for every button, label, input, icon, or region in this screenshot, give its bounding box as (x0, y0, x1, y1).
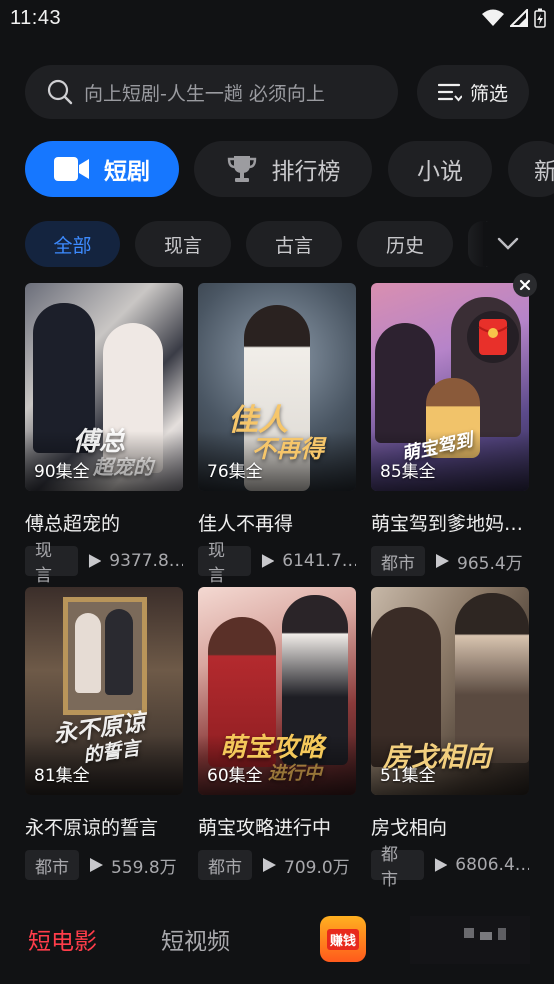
drama-poster[interactable]: 傅总 超宠的 90集全 (25, 283, 183, 491)
earn-label: 赚钱 (326, 928, 359, 950)
status-bar: 11:43 (0, 0, 554, 40)
genre-badge: 都市 (25, 850, 79, 880)
play-count: 709.0万 (284, 857, 350, 878)
poster-figure (105, 609, 133, 695)
drama-meta: 现言 9377.8… (25, 541, 184, 586)
wifi-icon (482, 9, 504, 26)
video-camera-icon (54, 156, 90, 182)
status-time: 11:43 (10, 7, 62, 29)
expand-genres-button[interactable] (483, 222, 533, 266)
tab-label: 排行榜 (271, 159, 341, 185)
drama-meta: 都市 965.4万 (371, 546, 529, 576)
genre-badge: 现言 (25, 541, 78, 586)
drama-title[interactable]: 永不原谅的誓言 (25, 813, 183, 840)
filter-label: 筛选 (469, 82, 508, 105)
chip-label: 现言 (163, 234, 202, 257)
search-icon (47, 79, 73, 105)
tab-label: 短剧 (104, 159, 150, 185)
drama-title[interactable]: 佳人不再得 (198, 509, 356, 536)
tab-short-drama[interactable]: 短剧 (25, 141, 179, 197)
genre-badge: 现言 (198, 541, 251, 586)
nav-short-film[interactable]: 短电影 (28, 922, 97, 956)
drama-card[interactable]: 佳人 不再得 76集全 佳人不再得 现言 6141.7… (198, 283, 357, 586)
play-icon (436, 554, 449, 568)
earn-money-button[interactable]: 赚钱 (320, 916, 366, 962)
drama-poster[interactable]: 房戈相向 51集全 (371, 587, 529, 795)
play-count: 9377.8… (109, 551, 184, 571)
drama-poster[interactable]: 萌宝攻略 进行中 60集全 (198, 587, 356, 795)
drama-meta: 都市 6806.4… (371, 845, 530, 890)
play-icon (261, 554, 275, 568)
filter-button[interactable]: 筛选 (417, 65, 529, 119)
play-count: 6141.7… (282, 551, 357, 571)
play-icon (263, 858, 276, 872)
drama-meta: 都市 709.0万 (198, 850, 356, 880)
nav-profile-icon (410, 916, 530, 964)
tab-label: 新 (534, 159, 554, 185)
episode-count: 60集全 (207, 766, 263, 786)
play-count: 559.8万 (111, 857, 177, 878)
chip-label: 古言 (274, 234, 313, 257)
drama-poster[interactable]: 佳人 不再得 76集全 (198, 283, 356, 491)
episode-count: 76集全 (207, 462, 263, 482)
red-envelope-button[interactable] (467, 309, 519, 365)
trophy-icon (226, 153, 258, 185)
nav-profile[interactable] (410, 916, 530, 964)
poster-figure (75, 613, 101, 693)
play-icon (88, 554, 102, 568)
drama-card[interactable]: 房戈相向 51集全 房戈相向 都市 6806.4… (371, 587, 530, 890)
episode-count: 85集全 (380, 462, 436, 482)
play-icon (90, 858, 103, 872)
genre-badge: 都市 (198, 850, 252, 880)
genre-chip-history[interactable]: 历史 (357, 221, 453, 267)
battery-icon (534, 8, 546, 28)
drama-card[interactable]: 傅总 超宠的 90集全 傅总超宠的 现言 9377.8… (25, 283, 184, 586)
genre-badge: 都市 (371, 845, 424, 890)
tab-label: 小说 (417, 159, 463, 185)
drama-card[interactable]: 萌宝攻略 进行中 60集全 萌宝攻略进行中 都市 709.0万 (198, 587, 356, 880)
drama-title[interactable]: 房戈相向 (371, 813, 529, 840)
genre-chip-ancient-romance[interactable]: 古言 (246, 221, 342, 267)
episode-count: 90集全 (34, 462, 90, 482)
play-count: 965.4万 (457, 553, 523, 574)
search-input[interactable]: 向上短剧-人生一趟 必须向上 (25, 65, 398, 119)
play-count: 6806.4… (455, 855, 530, 875)
search-placeholder: 向上短剧-人生一趟 必须向上 (84, 82, 325, 105)
drama-card[interactable]: 永不原谅 的誓言 81集全 永不原谅的誓言 都市 559.8万 (25, 587, 183, 880)
drama-title[interactable]: 萌宝驾到爹地妈… (371, 509, 529, 536)
poster-title-art: 进行中 (268, 763, 322, 784)
drama-poster[interactable]: 永不原谅 的誓言 81集全 (25, 587, 183, 795)
poster-title-art: 不再得 (252, 434, 324, 463)
poster-title-art: 超宠的 (93, 455, 153, 479)
play-icon (434, 858, 448, 872)
red-envelope-icon (467, 311, 519, 363)
genre-chip-modern-romance[interactable]: 现言 (135, 221, 231, 267)
chip-label: 历史 (385, 234, 424, 257)
drama-title[interactable]: 傅总超宠的 (25, 509, 183, 536)
bottom-nav: 短电影 短视频 赚钱 (0, 896, 554, 984)
episode-count: 81集全 (34, 766, 90, 786)
chevron-down-icon (497, 237, 519, 250)
close-icon[interactable] (513, 273, 537, 297)
genre-chip-all[interactable]: 全部 (25, 221, 120, 267)
chip-label: 全部 (53, 234, 92, 257)
filter-icon (437, 83, 462, 102)
signal-icon (510, 9, 528, 27)
tab-novel[interactable]: 小说 (388, 141, 492, 197)
nav-short-video[interactable]: 短视频 (161, 922, 230, 956)
status-icons (482, 8, 546, 28)
episode-count: 51集全 (380, 766, 436, 786)
drama-meta: 现言 6141.7… (198, 541, 357, 586)
drama-title[interactable]: 萌宝攻略进行中 (198, 813, 356, 840)
genre-badge: 都市 (371, 546, 425, 576)
tab-new[interactable]: 新 (508, 141, 554, 197)
tab-ranking[interactable]: 排行榜 (194, 141, 372, 197)
drama-meta: 都市 559.8万 (25, 850, 183, 880)
